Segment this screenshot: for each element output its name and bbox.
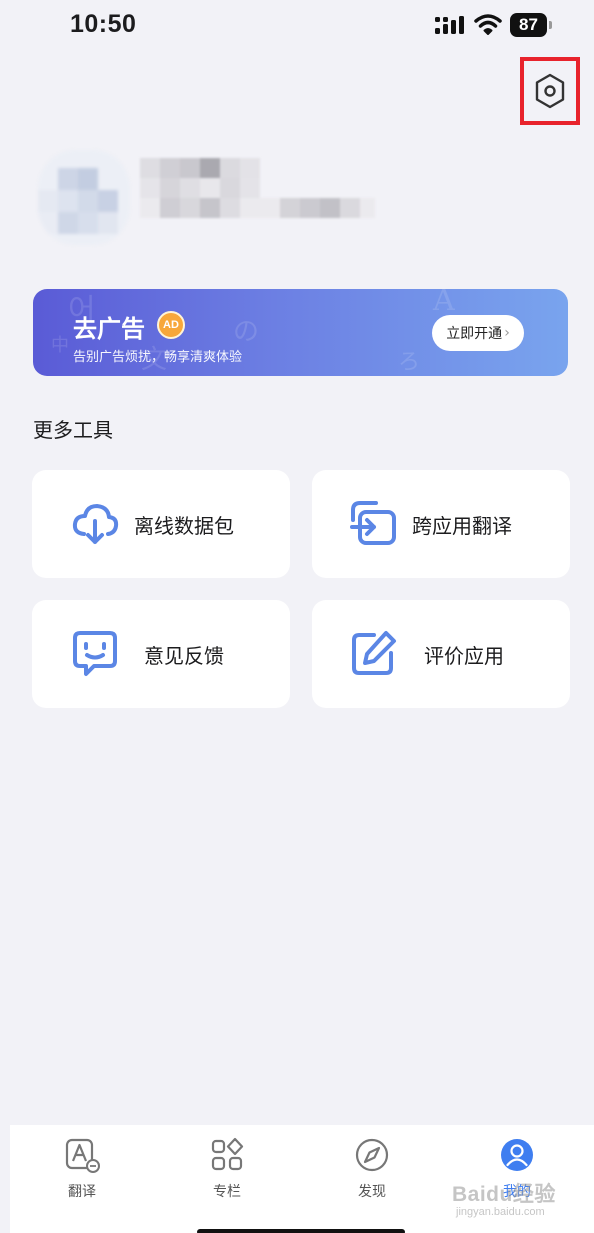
cross-app-translate-card[interactable]: 跨应用翻译 xyxy=(312,470,570,578)
tab-label-translate: 翻译 xyxy=(68,1184,96,1200)
battery-tip xyxy=(549,21,552,29)
banner-title: 去广告 xyxy=(73,315,145,343)
banner-bg-glyph: 中 xyxy=(51,335,69,356)
tab-translate[interactable]: 翻译 xyxy=(42,1135,122,1205)
feedback-card[interactable]: 意见反馈 xyxy=(32,600,290,708)
feedback-icon xyxy=(73,631,117,676)
watermark-main: Baidu经验 xyxy=(452,1183,556,1206)
profile-icon xyxy=(501,1139,533,1171)
banner-bg-glyph: ろ xyxy=(398,350,421,375)
home-indicator[interactable] xyxy=(197,1229,405,1233)
banner-bg-glyph: の xyxy=(233,317,260,347)
wifi-icon xyxy=(474,14,502,35)
more-tools-title: 更多工具 xyxy=(33,418,113,442)
subscribe-now-label: 立即开通 xyxy=(446,326,503,342)
translate-icon xyxy=(65,1138,100,1173)
avatar[interactable] xyxy=(38,150,130,245)
tool-label-feedback: 意见反馈 xyxy=(144,644,224,668)
tab-discover[interactable]: 发现 xyxy=(332,1135,412,1205)
settings-hexagon-icon xyxy=(535,73,565,109)
banner-subtitle: 告别广告烦扰，畅享清爽体验 xyxy=(73,350,243,365)
chevron-right-icon: › xyxy=(504,325,510,341)
battery-level: 87 xyxy=(510,13,547,37)
remove-ads-banner[interactable]: 어 中 文 の A ろ 去广告 AD 告别广告烦扰，畅享清爽体验 立即开通 › xyxy=(33,289,568,376)
tab-label-discover: 发现 xyxy=(358,1184,386,1200)
cross-app-icon xyxy=(350,501,396,545)
cellular-signal-icon xyxy=(435,16,464,34)
tool-label-cross-app: 跨应用翻译 xyxy=(412,514,512,538)
cloud-download-icon xyxy=(72,504,119,544)
tab-column[interactable]: 专栏 xyxy=(187,1135,267,1205)
rate-app-card[interactable]: 评价应用 xyxy=(312,600,570,708)
battery-indicator: 87 xyxy=(510,13,552,37)
tab-label-column: 专栏 xyxy=(213,1184,241,1200)
subscribe-now-button[interactable]: 立即开通 › xyxy=(432,315,524,351)
username-blurred xyxy=(140,158,375,222)
compass-icon xyxy=(355,1138,389,1172)
baidu-watermark: Baidu经验 jingyan.baidu.com xyxy=(452,1178,572,1223)
grid-icon xyxy=(211,1137,244,1171)
watermark-sub: jingyan.baidu.com xyxy=(456,1206,545,1218)
user-profile[interactable] xyxy=(38,140,398,250)
tool-label-rate: 评价应用 xyxy=(424,644,504,668)
ad-badge-icon: AD xyxy=(157,311,185,339)
edit-icon xyxy=(352,631,396,675)
offline-package-card[interactable]: 离线数据包 xyxy=(32,470,290,578)
banner-bg-glyph: A xyxy=(433,289,455,318)
status-bar: 10:50 87 xyxy=(0,0,594,52)
tool-label-offline: 离线数据包 xyxy=(134,514,234,538)
status-time: 10:50 xyxy=(70,10,137,38)
settings-button[interactable] xyxy=(520,57,580,125)
